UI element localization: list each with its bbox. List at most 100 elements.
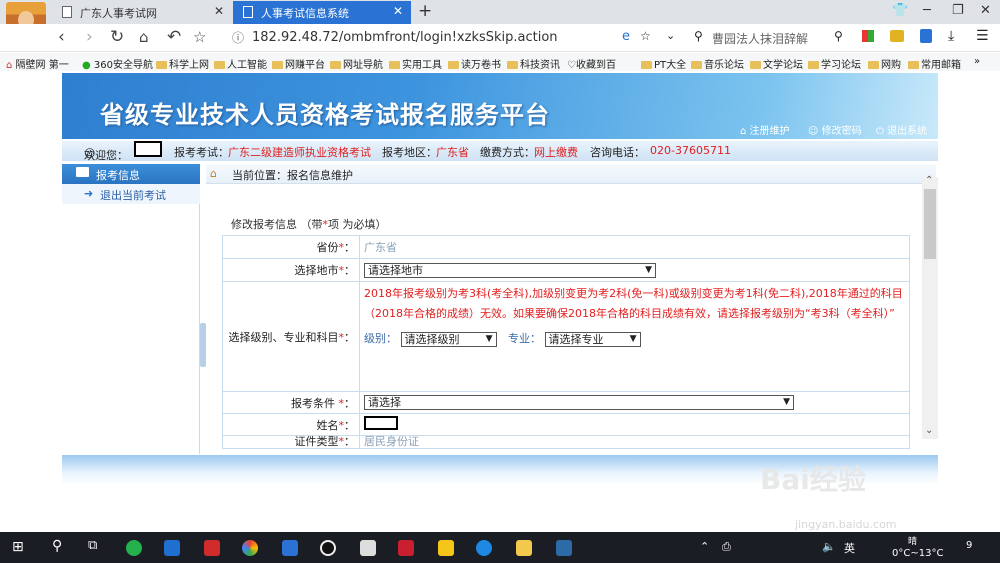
shirt-icon[interactable]: 👕	[892, 3, 908, 18]
app-icon[interactable]	[438, 540, 454, 556]
close-icon[interactable]: ✕	[393, 4, 403, 18]
bookmark-item[interactable]: 音乐论坛	[691, 56, 744, 71]
site-banner: 省级专业技术人员资格考试报名服务平台 ⌂ 注册维护 ☺ 修改密码 ⏻ 退出系统	[62, 73, 938, 139]
new-tab-button[interactable]: +	[418, 1, 432, 21]
sidebar-item-exit-exam[interactable]: ➜ 退出当前考试	[62, 184, 200, 204]
logout-link[interactable]: ⏻ 退出系统	[876, 122, 927, 137]
extension-icon[interactable]	[890, 30, 904, 42]
app-icon[interactable]	[556, 540, 572, 556]
wechat-icon[interactable]	[126, 540, 142, 556]
scroll-up-icon[interactable]: ⌃	[925, 175, 933, 186]
back-icon[interactable]: ‹	[58, 28, 65, 46]
vertical-scrollbar[interactable]: ⌃ ⌄	[922, 175, 938, 439]
undo-icon[interactable]: ↶	[167, 28, 181, 46]
qq-icon[interactable]	[320, 540, 336, 556]
ie-icon[interactable]: e	[622, 29, 630, 44]
scroll-down-icon[interactable]: ⌄	[925, 425, 933, 436]
download-icon[interactable]: ⤓	[948, 28, 954, 44]
address-url[interactable]: 182.92.48.72/ombmfront/login!xzksSkip.ac…	[252, 30, 558, 45]
bookmark-item[interactable]: 科学上网	[156, 56, 209, 71]
home-icon[interactable]: ⌂	[139, 28, 149, 46]
star-icon[interactable]: ☆	[193, 28, 206, 46]
province-label: 省份*：	[222, 235, 360, 259]
bookmarks-more[interactable]: »	[974, 56, 980, 67]
chevron-down-icon[interactable]: ⌄	[666, 29, 675, 42]
info-icon[interactable]: ⓘ	[232, 29, 244, 46]
register-maintain-link[interactable]: ⌂ 注册维护	[740, 122, 790, 137]
chevron-down-icon: ▼	[629, 333, 637, 344]
minimize-icon[interactable]: ─	[923, 3, 931, 18]
bookmark-item[interactable]: 科技资讯	[507, 56, 560, 71]
close-window-icon[interactable]: ✕	[980, 3, 991, 18]
volume-icon[interactable]: 🔈	[822, 540, 836, 553]
condition-label: 报考条件 *：	[222, 391, 360, 414]
bookmark-item[interactable]: 常用邮箱	[908, 56, 961, 71]
weather-text: 晴	[908, 537, 918, 547]
bookmark-item[interactable]: 实用工具	[389, 56, 442, 71]
bookmark-item[interactable]: 网购	[868, 56, 901, 71]
folder-icon[interactable]	[516, 540, 532, 556]
major-select[interactable]: 请选择专业 ▼	[544, 331, 641, 347]
refresh-icon[interactable]: ↻	[110, 28, 124, 46]
idtype-value: 居民身份证	[359, 435, 910, 449]
condition-select[interactable]: 请选择 ▼	[364, 395, 794, 410]
baidu-watermark-logo: Bai经验	[760, 463, 866, 496]
major-label: 专业：	[508, 332, 541, 345]
chevron-down-icon: ▼	[783, 397, 790, 407]
bookmark-star-icon[interactable]: ☆	[640, 29, 651, 43]
shield-icon[interactable]	[920, 29, 932, 43]
power-icon: ⏻	[876, 126, 884, 137]
bookmark-item[interactable]: 文学论坛	[750, 56, 803, 71]
notification-count[interactable]: 9	[966, 540, 972, 551]
home-icon: ⌂	[210, 167, 217, 180]
bookmark-item[interactable]: 人工智能	[214, 56, 267, 71]
menu-icon[interactable]: ☰	[976, 28, 989, 44]
level-select[interactable]: 请选择级别 ▼	[400, 331, 497, 347]
search-icon[interactable]: ⚲	[52, 538, 62, 554]
breadcrumb: ⌂ 当前位置：报名信息维护	[206, 164, 936, 184]
bookmark-item[interactable]: 网址导航	[330, 56, 383, 71]
change-password-link[interactable]: ☺ 修改密码	[808, 122, 862, 137]
ime-indicator[interactable]: 英	[844, 540, 855, 556]
app-icon[interactable]	[282, 540, 298, 556]
windows-start-icon[interactable]: ⊞	[12, 539, 24, 555]
name-label: 姓名*：	[222, 413, 360, 436]
city-select[interactable]: 请选择地市 ▼	[364, 262, 656, 278]
sidebar-header[interactable]: 报考信息	[62, 164, 200, 184]
bookmark-item[interactable]: PT大全	[641, 56, 686, 71]
province-value: 广东省	[359, 235, 910, 259]
form-row-city: 选择地市*： 请选择地市 ▼	[222, 258, 910, 282]
sidebar-splitter[interactable]	[200, 323, 206, 367]
forward-icon[interactable]: ›	[86, 28, 93, 46]
search-box[interactable]: ⚲ 曹园法人抹泪辞解 ⚲	[688, 28, 848, 48]
form-row-idtype: 证件类型*： 居民身份证	[222, 435, 910, 449]
app-icon[interactable]	[398, 540, 414, 556]
tab-label: 广东人事考试网	[80, 7, 157, 20]
tab-gdrsks[interactable]: 广东人事考试网 ✕	[52, 1, 232, 24]
search-input[interactable]: 曹园法人抹泪辞解	[712, 30, 808, 47]
tab-label: 人事考试信息系统	[261, 7, 349, 20]
restore-icon[interactable]: ❐	[952, 3, 964, 18]
bookmark-item[interactable]: ⌂ 隔壁网 第一	[6, 56, 69, 71]
name-input[interactable]	[364, 416, 398, 430]
apps-icon[interactable]	[862, 30, 874, 42]
printer-icon[interactable]: ⎙	[722, 540, 731, 554]
bookmark-item[interactable]: 读万卷书	[448, 56, 501, 71]
exam-value: 广东二级建造师执业资格考试	[228, 146, 371, 159]
bookmark-item[interactable]: ♡收藏到百	[567, 56, 616, 71]
chevron-up-icon[interactable]: ⌃	[700, 540, 709, 553]
app-icon[interactable]	[164, 540, 180, 556]
bookmark-item[interactable]: 网赚平台	[272, 56, 325, 71]
scrollbar-thumb[interactable]	[924, 189, 936, 259]
browser-icon[interactable]	[242, 540, 258, 556]
bookmark-item[interactable]: ● 360安全导航	[82, 56, 153, 71]
task-view-icon[interactable]: ⧉	[88, 538, 97, 553]
app-icon[interactable]	[360, 540, 376, 556]
search-icon[interactable]: ⚲	[834, 29, 843, 43]
tab-rsks-system[interactable]: 人事考试信息系统 ✕	[233, 1, 411, 24]
address-bar[interactable]: ⓘ 182.92.48.72/ombmfront/login!xzksSkip.…	[230, 27, 680, 49]
app-icon[interactable]	[204, 540, 220, 556]
ie-icon[interactable]	[476, 540, 492, 556]
bookmark-item[interactable]: 学习论坛	[808, 56, 861, 71]
close-icon[interactable]: ✕	[214, 4, 224, 18]
